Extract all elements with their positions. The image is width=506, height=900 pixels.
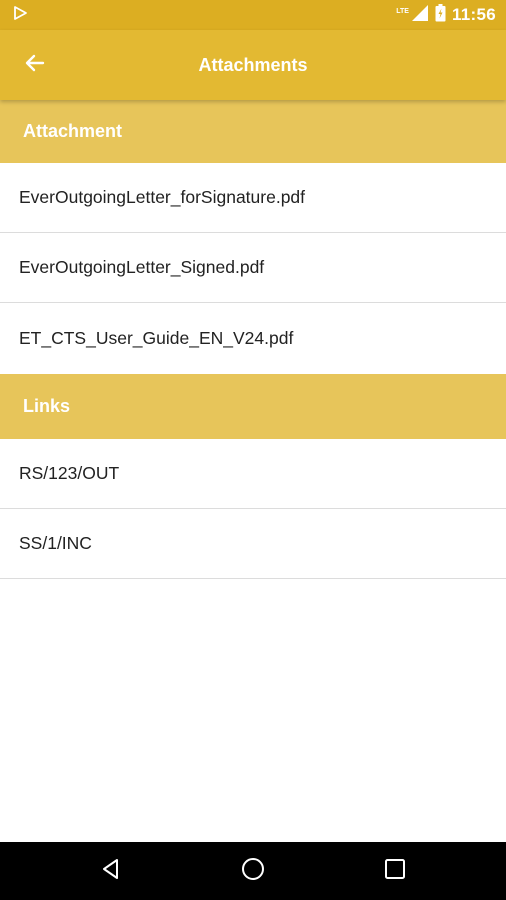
section-header-links: Links [0,374,506,439]
link-item[interactable]: RS/123/OUT [0,439,506,509]
back-button[interactable] [0,30,70,100]
status-bar: LTE 11:56 [0,0,506,30]
nav-back-button[interactable] [40,842,182,900]
back-triangle-icon [100,858,122,885]
recents-square-icon [384,858,406,885]
app-bar: Attachments [0,30,506,100]
attachments-content: Attachment EverOutgoingLetter_forSignatu… [0,100,506,579]
link-item[interactable]: SS/1/INC [0,509,506,579]
attachment-item[interactable]: EverOutgoingLetter_Signed.pdf [0,233,506,303]
nav-home-button[interactable] [182,842,324,900]
play-store-icon [12,5,28,26]
arrow-left-icon [23,51,47,80]
status-left [12,5,28,26]
battery-icon [435,3,446,27]
status-right: LTE 11:56 [396,3,496,27]
nav-recents-button[interactable] [324,842,466,900]
home-circle-icon [241,857,265,886]
signal-icon [411,4,429,27]
status-time: 11:56 [451,5,496,24]
page-title: Attachments [198,54,308,75]
network-type-label: LTE [396,7,409,15]
section-header-attachment: Attachment [0,100,506,163]
attachment-item[interactable]: ET_CTS_User_Guide_EN_V24.pdf [0,303,506,374]
system-nav-bar [0,842,506,900]
attachment-item[interactable]: EverOutgoingLetter_forSignature.pdf [0,163,506,233]
